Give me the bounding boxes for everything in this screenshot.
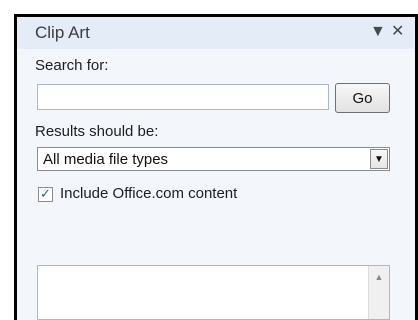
scroll-up-icon[interactable]: ▲ xyxy=(369,270,389,284)
media-type-select[interactable]: All media file types ▼ xyxy=(37,147,390,171)
pane-title: Clip Art xyxy=(35,23,90,42)
include-office-label: Include Office.com content xyxy=(60,185,238,202)
results-should-be-label: Results should be: xyxy=(35,123,159,140)
results-list[interactable]: ▲ xyxy=(37,265,390,320)
results-scrollbar[interactable]: ▲ xyxy=(368,266,389,319)
include-office-checkbox[interactable]: ✓ xyxy=(38,187,53,202)
dropdown-triangle-icon[interactable]: ▼ xyxy=(370,23,386,41)
search-input[interactable] xyxy=(37,84,329,110)
clip-art-task-pane: Clip Art ▼ ✕ Search for: Go Results shou… xyxy=(17,17,415,320)
chevron-down-icon[interactable]: ▼ xyxy=(370,149,388,169)
title-bar: Clip Art ▼ ✕ xyxy=(17,17,415,49)
go-button[interactable]: Go xyxy=(335,83,390,113)
media-type-selected-value: All media file types xyxy=(43,151,169,168)
close-icon[interactable]: ✕ xyxy=(391,23,404,41)
search-for-label: Search for: xyxy=(35,57,109,74)
